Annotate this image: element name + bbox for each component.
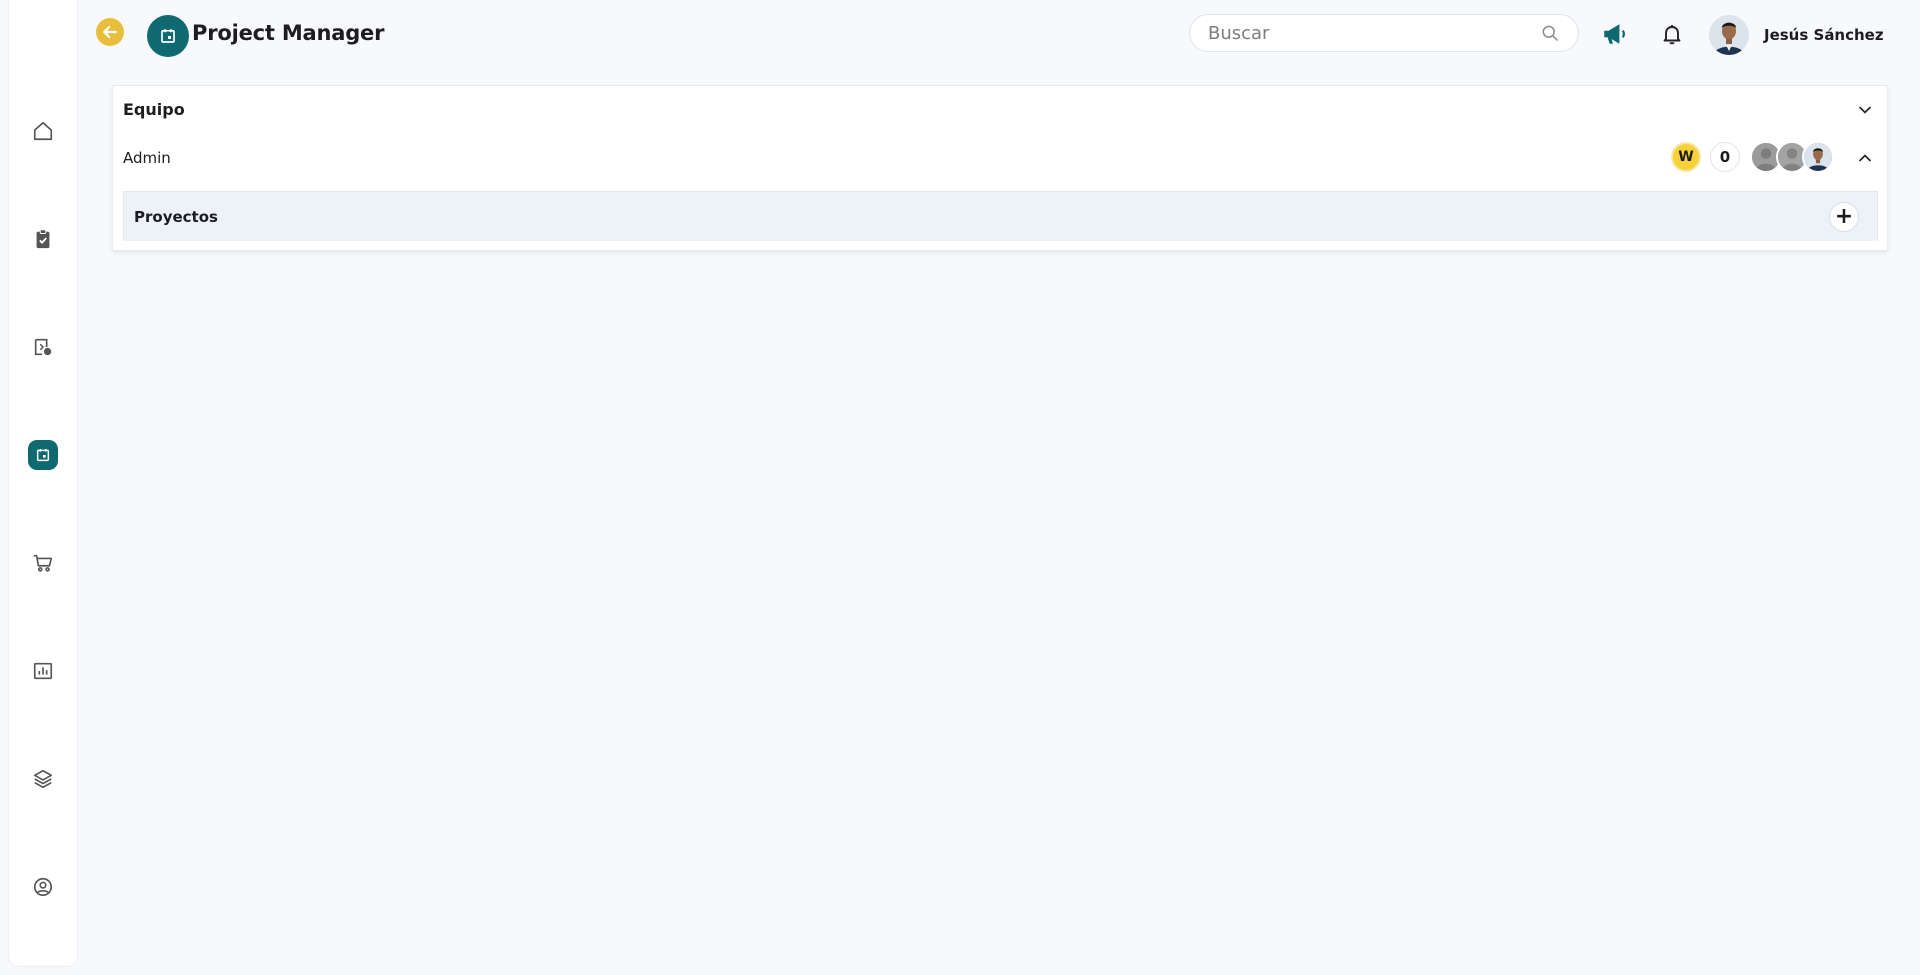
search-input[interactable]: [1208, 22, 1540, 44]
user-avatar[interactable]: [1709, 15, 1749, 55]
team-panel: Equipo Admin W 0 Proyectos +: [112, 85, 1888, 251]
notifications-button[interactable]: [1655, 17, 1689, 51]
cart-icon: [33, 554, 53, 572]
bell-icon: [1663, 25, 1681, 45]
sidebar: [8, 0, 78, 967]
clipboard-check-icon: [36, 229, 50, 249]
home-icon: [33, 121, 53, 141]
sidebar-item-home[interactable]: [28, 116, 58, 146]
member-count-badge: 0: [1710, 142, 1740, 172]
app-title: Project Manager: [192, 21, 385, 45]
team-name: Admin: [123, 149, 171, 167]
projects-title: Proyectos: [134, 208, 218, 226]
sidebar-item-layers[interactable]: [28, 764, 58, 794]
user-name: Jesús Sánchez: [1764, 26, 1884, 44]
sidebar-item-profile[interactable]: [28, 872, 58, 902]
search-icon[interactable]: [1540, 23, 1560, 43]
chevron-down-icon[interactable]: [1855, 100, 1875, 120]
arrow-left-icon: [103, 25, 117, 39]
sidebar-item-reports[interactable]: [28, 656, 58, 686]
user-photo-icon: [1709, 15, 1749, 55]
user-photo-icon: [1804, 143, 1832, 171]
sidebar-item-calendar[interactable]: [28, 440, 58, 470]
chevron-up-icon[interactable]: [1855, 148, 1875, 168]
megaphone-icon: [1604, 24, 1625, 44]
team-badge: W: [1671, 142, 1701, 172]
search-box: [1189, 14, 1579, 52]
team-row[interactable]: Admin W 0: [113, 130, 1887, 186]
sidebar-item-documents[interactable]: [28, 332, 58, 362]
layers-icon: [33, 769, 53, 789]
calendar-icon: [36, 449, 50, 462]
sidebar-item-cart[interactable]: [28, 548, 58, 578]
announcements-button[interactable]: [1597, 17, 1631, 51]
back-button[interactable]: [96, 18, 124, 46]
bar-chart-icon: [33, 662, 53, 680]
sidebar-item-tasks[interactable]: [28, 224, 58, 254]
member-avatar: [1802, 141, 1834, 173]
document-status-icon: [34, 338, 52, 356]
calendar-icon: [161, 29, 175, 43]
projects-section: Proyectos +: [123, 191, 1878, 241]
user-circle-icon: [33, 877, 53, 897]
panel-title: Equipo: [123, 100, 185, 119]
app-logo: [147, 15, 189, 57]
add-project-button[interactable]: +: [1829, 202, 1859, 232]
